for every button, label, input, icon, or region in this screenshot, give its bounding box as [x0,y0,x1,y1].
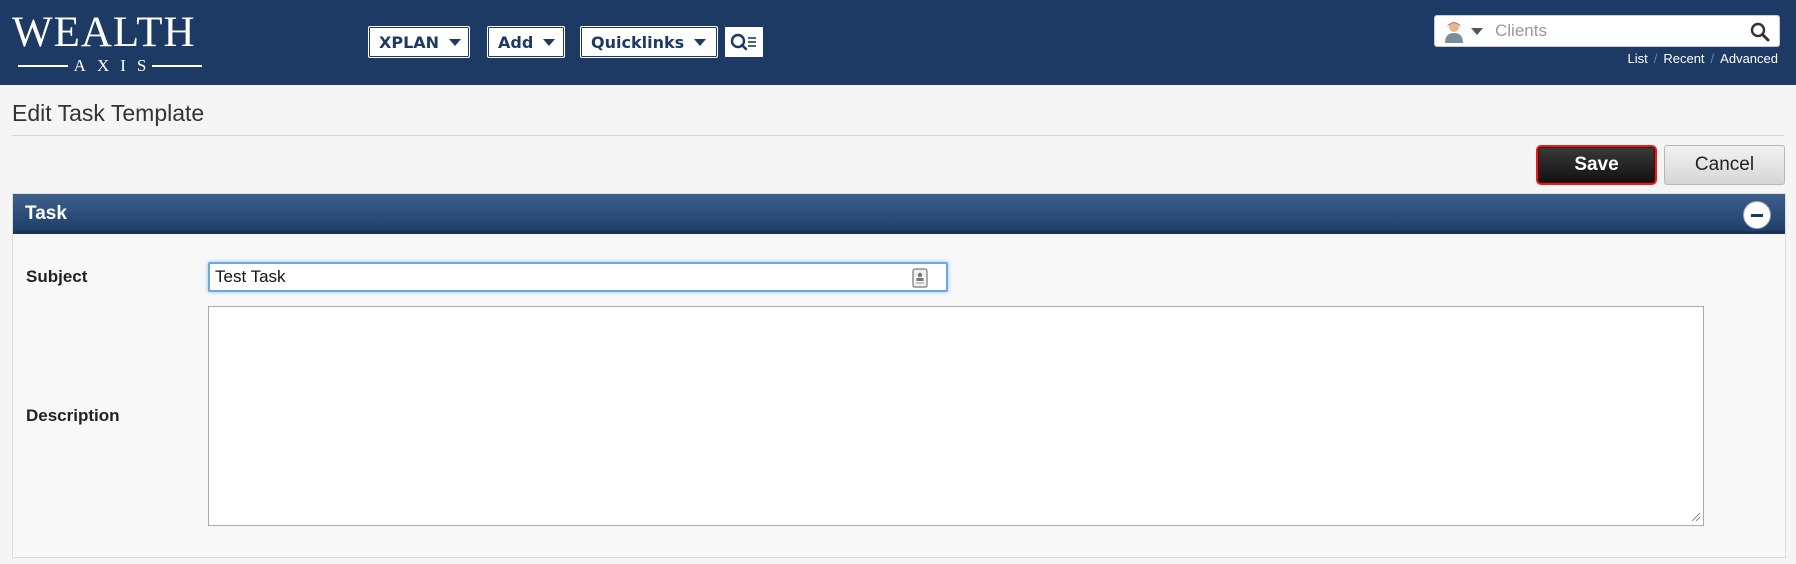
chevron-down-icon[interactable] [1471,28,1483,35]
cancel-button[interactable]: Cancel [1664,145,1785,185]
task-panel-header: Task [13,194,1785,234]
subject-field[interactable] [208,262,948,292]
client-advanced-link[interactable]: Advanced [1720,51,1778,66]
top-navigation-bar: WEALTH AXIS XPLAN Add Quicklinks Clients… [0,0,1796,85]
search-icon[interactable] [1749,21,1771,43]
wealth-axis-logo[interactable]: WEALTH AXIS [12,8,212,78]
logo-subline: AXIS [12,56,208,76]
save-button[interactable]: Save [1536,145,1657,185]
page-title: Edit Task Template [12,100,205,126]
nav-quicklinks-dropdown[interactable]: Quicklinks [580,26,718,58]
collapse-button[interactable] [1743,201,1771,229]
resize-grip-icon[interactable] [1691,512,1701,522]
nav-add-label: Add [498,32,534,52]
nav-xplan-dropdown[interactable]: XPLAN [368,26,470,58]
logo-wordmark: WEALTH [12,9,196,56]
client-search-box [1434,15,1780,47]
logo-rule-left [18,65,68,67]
nav-xplan-label: XPLAN [379,32,440,52]
search-list-icon [730,33,756,51]
description-textarea[interactable] [208,306,1704,526]
quick-search-button[interactable] [724,26,764,58]
chevron-down-icon [449,38,462,46]
description-label: Description [26,406,120,425]
title-divider [12,135,1784,136]
client-search-input[interactable] [1495,19,1735,43]
nav-add-dropdown[interactable]: Add [487,26,565,58]
person-icon[interactable] [1443,20,1465,44]
link-separator: / [1653,51,1658,66]
chevron-down-icon [543,38,556,46]
link-separator: / [1710,51,1715,66]
chevron-down-icon [694,38,707,46]
client-recent-link[interactable]: Recent [1663,51,1704,66]
minus-icon [1751,213,1763,217]
logo-subtext: AXIS [73,56,158,75]
nav-quicklinks-label: Quicklinks [591,32,685,52]
task-panel: Task Subject Description [12,193,1786,558]
field-lookup-icon[interactable] [912,268,928,288]
client-search-links: List / Recent / Advanced [1627,51,1778,66]
subject-label: Subject [26,267,88,286]
logo-rule-right [152,65,203,67]
client-list-link[interactable]: List [1627,51,1647,66]
subject-input[interactable] [215,266,895,288]
task-panel-title: Task [25,203,67,224]
